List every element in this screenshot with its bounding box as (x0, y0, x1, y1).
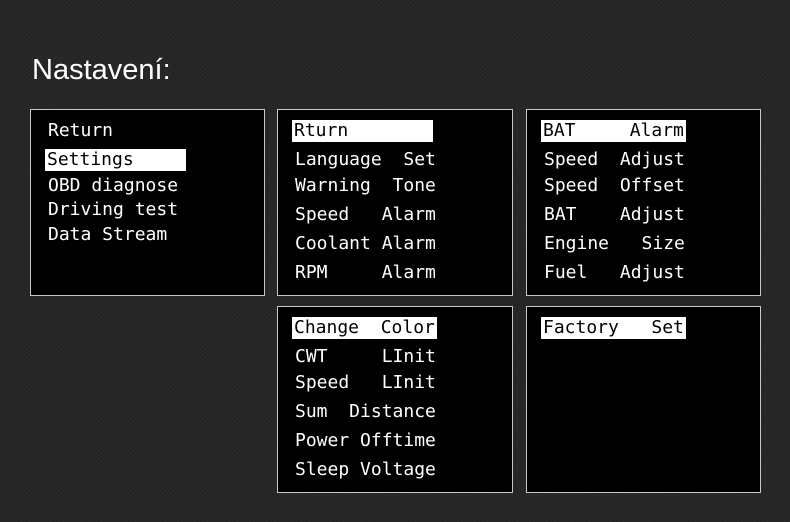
settings-item-language-set[interactable]: Language Set (293, 149, 438, 171)
settings-item-fuel-adjust[interactable]: Fuel Adjust (542, 262, 687, 284)
settings-item-bat-alarm[interactable]: BAT Alarm (541, 120, 686, 142)
settings-item-power-offtime[interactable]: Power Offtime (293, 430, 438, 452)
main-menu-panel: Return Settings OBD diagnose Driving tes… (30, 109, 265, 296)
menu-item-driving-test[interactable]: Driving test (46, 199, 180, 221)
settings-item-factory-set[interactable]: Factory Set (541, 317, 686, 339)
settings-item-speed-limit[interactable]: Speed LInit (293, 372, 438, 394)
settings-item-speed-offset[interactable]: Speed Offset (542, 175, 687, 197)
settings-item-warning-tone[interactable]: Warning Tone (293, 175, 438, 197)
settings-item-change-color[interactable]: Change Color (292, 317, 437, 339)
settings-item-speed-adjust[interactable]: Speed Adjust (542, 149, 687, 171)
settings-item-sum-distance[interactable]: Sum Distance (293, 401, 438, 423)
settings-item-speed-alarm[interactable]: Speed Alarm (293, 204, 438, 226)
settings-item-bat-adjust[interactable]: BAT Adjust (542, 204, 687, 226)
settings-item-return[interactable]: Rturn (292, 120, 433, 142)
settings-item-rpm-alarm[interactable]: RPM Alarm (293, 262, 438, 284)
menu-item-data-stream[interactable]: Data Stream (46, 224, 169, 246)
menu-item-settings[interactable]: Settings (45, 149, 186, 171)
settings-item-coolant-alarm[interactable]: Coolant Alarm (293, 233, 438, 255)
settings-panel-1: Rturn Language Set Warning Tone Speed Al… (277, 109, 513, 296)
settings-item-cwt-limit[interactable]: CWT LInit (293, 346, 438, 368)
settings-item-sleep-voltage[interactable]: Sleep Voltage (293, 459, 438, 481)
settings-panel-2: BAT Alarm Speed Adjust Speed Offset BAT … (526, 109, 761, 296)
settings-panel-3: Change Color CWT LInit Speed LInit Sum D… (277, 306, 513, 493)
settings-panel-4: Factory Set (526, 306, 761, 493)
page-title: Nastavení: (32, 54, 171, 86)
menu-item-obd-diagnose[interactable]: OBD diagnose (46, 175, 180, 197)
menu-item-return[interactable]: Return (46, 120, 115, 142)
settings-item-engine-size[interactable]: Engine Size (542, 233, 687, 255)
